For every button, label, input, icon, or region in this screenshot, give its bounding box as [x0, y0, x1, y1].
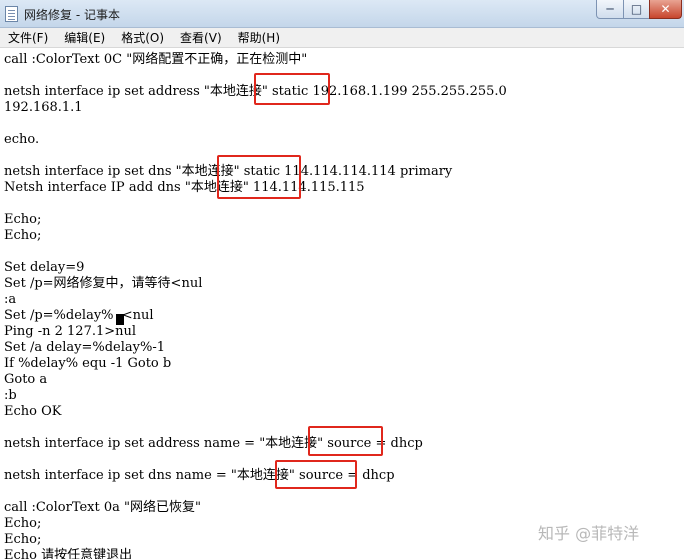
- menu-help[interactable]: 帮助(H): [230, 28, 288, 48]
- maximize-button[interactable]: □: [623, 0, 650, 19]
- text-line: Set delay=9: [4, 260, 85, 275]
- text-line: Echo;: [4, 532, 42, 547]
- watermark: 知乎 @菲特洋: [538, 524, 640, 543]
- highlight-box: [254, 73, 330, 105]
- text-line: call :ColorText 0a "网络已恢复": [4, 500, 201, 515]
- menu-view[interactable]: 查看(V): [172, 28, 230, 48]
- text-line: Echo OK: [4, 404, 62, 419]
- text-line: If %delay% equ -1 Goto b: [4, 356, 172, 371]
- text-line: 192.168.1.1: [4, 100, 83, 115]
- menu-edit[interactable]: 编辑(E): [56, 28, 113, 48]
- text-line: :b: [4, 388, 17, 403]
- text-line: Set /p=网络修复中，请等待<nul: [4, 276, 203, 291]
- title-bar: 网络修复 - 记事本 ─ □ ✕: [0, 0, 684, 28]
- text-line: echo.: [4, 132, 40, 147]
- minimize-button[interactable]: ─: [596, 0, 624, 19]
- text-line: Echo;: [4, 212, 42, 227]
- menu-file[interactable]: 文件(F): [0, 28, 56, 48]
- special-char-glyph: [116, 314, 124, 325]
- text-line: Set /a delay=%delay%-1: [4, 340, 166, 355]
- highlight-box: [217, 155, 301, 199]
- text-line: Ping -n 2 127.1>nul: [4, 324, 137, 339]
- notepad-icon: [5, 6, 18, 22]
- text-line: Echo;: [4, 228, 42, 243]
- text-line: Netsh interface IP add dns "本地连接" 114.11…: [4, 180, 365, 195]
- menu-format[interactable]: 格式(O): [113, 28, 172, 48]
- text-line: Goto a: [4, 372, 48, 387]
- text-line: :a: [4, 292, 17, 307]
- text-line: call :ColorText 0C "网络配置不正确，正在检测中": [4, 52, 308, 67]
- text-line: Echo 请按任意键退出: [4, 548, 133, 559]
- text-line: Set /p=%delay% <nul: [4, 308, 154, 323]
- text-editor[interactable]: call :ColorText 0C "网络配置不正确，正在检测中" netsh…: [0, 48, 684, 559]
- highlight-box: [275, 460, 357, 489]
- menu-bar: 文件(F) 编辑(E) 格式(O) 查看(V) 帮助(H): [0, 28, 684, 48]
- text-line: Echo;: [4, 516, 42, 531]
- window-title: 网络修复 - 记事本: [24, 8, 120, 22]
- close-button[interactable]: ✕: [649, 0, 682, 19]
- highlight-box: [308, 426, 383, 456]
